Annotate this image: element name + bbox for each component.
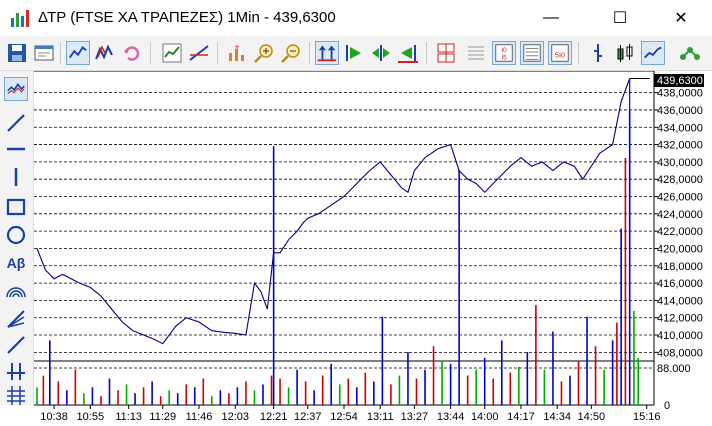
svg-text:+: +: [234, 42, 239, 52]
x-tick-label: 12:21: [260, 411, 288, 423]
line-chart-icon[interactable]: [66, 41, 90, 65]
x-tick-label: 11:29: [149, 411, 176, 423]
ruler-icon[interactable]: [520, 41, 544, 65]
svg-text:I0: I0: [501, 47, 507, 54]
svg-text:5I0: 5I0: [555, 51, 565, 60]
toolbar-separator: [217, 42, 218, 64]
y-tick-label: 424,0000: [657, 209, 703, 221]
y-tick-label: 410,0000: [657, 330, 703, 342]
last-price-label: 439,6300: [657, 75, 703, 87]
svg-text:I5: I5: [501, 54, 507, 61]
line-style-icon[interactable]: [613, 41, 637, 65]
y-tick-label: 414,0000: [657, 295, 703, 307]
app-chart-icon: [11, 10, 29, 27]
x-tick-label: 10:55: [77, 411, 105, 423]
toolbar-separator: [309, 42, 310, 64]
candlestick-icon[interactable]: [586, 41, 610, 65]
y-tick-label: 420,0000: [657, 243, 703, 255]
compare-chart-icon[interactable]: [93, 41, 117, 65]
zoom-in-icon[interactable]: [252, 41, 276, 65]
plot-area: [34, 71, 654, 405]
y-tick-label: 430,0000: [657, 157, 703, 169]
y-tick-label: 432,0000: [657, 140, 703, 152]
scroll-left-icon[interactable]: [396, 41, 420, 65]
x-tick-label: 12:54: [330, 411, 358, 423]
indicator-icon[interactable]: [160, 41, 184, 65]
x-tick-label: 12:03: [222, 411, 250, 423]
save-icon[interactable]: [5, 41, 29, 65]
y-tick-label: 412,0000: [657, 313, 703, 325]
maximize-icon: ☐: [612, 10, 628, 27]
properties-icon[interactable]: [32, 41, 56, 65]
x-tick-label: 14:34: [543, 411, 571, 423]
toolbar-separator: [60, 42, 61, 64]
close-icon: ✕: [674, 10, 688, 27]
network-icon[interactable]: [678, 41, 702, 65]
toolbar-separator: [426, 42, 427, 64]
main-toolbar: + I0 I5 5I0: [0, 36, 712, 71]
refresh-icon[interactable]: [120, 41, 144, 65]
volume-tick-label: 88.000: [657, 363, 691, 375]
x-tick-label: 13:27: [401, 411, 429, 423]
bar-chart-icon[interactable]: 5I0: [548, 41, 572, 65]
scroll-right-icon[interactable]: [342, 41, 366, 65]
y-tick-label: 428,0000: [657, 174, 703, 186]
volume-tick-label: 0: [664, 400, 670, 412]
minimize-icon: —: [543, 9, 559, 26]
x-tick-label: 15:16: [633, 411, 661, 423]
toolbar-separator: [578, 42, 579, 64]
y-tick-label: 438,0000: [657, 88, 703, 100]
auto-scale-icon[interactable]: [315, 41, 339, 65]
grid-icon[interactable]: [464, 41, 488, 65]
minimize-button[interactable]: —: [528, 0, 574, 36]
toolbar-separator: [150, 42, 151, 64]
title-bar: ΔΤΡ (FTSE ΧΑ ΤΡΑΠΕΖΕΣ) 1Min - 439,6300 —…: [0, 0, 712, 36]
y-tick-label: 416,0000: [657, 278, 703, 290]
x-tick-label: 11:13: [115, 411, 142, 423]
y-tick-label: 426,0000: [657, 192, 703, 204]
price-chart[interactable]: 438,0000 436,0000 434,0000 432,0000 430,0000…: [0, 71, 712, 426]
fit-chart-icon[interactable]: [369, 41, 393, 65]
maximize-button[interactable]: ☐: [597, 0, 643, 36]
window-title: ΔΤΡ (FTSE ΧΑ ΤΡΑΠΕΖΕΣ) 1Min - 439,6300: [38, 9, 336, 26]
trendline-icon[interactable]: [187, 41, 211, 65]
y-tick-label: 422,0000: [657, 226, 703, 238]
x-tick-label: 14:17: [507, 411, 535, 423]
x-tick-label: 13:11: [367, 411, 394, 423]
y-tick-label: 408,0000: [657, 347, 703, 359]
x-tick-label: 14:00: [471, 411, 499, 423]
x-tick-label: 13:44: [437, 411, 465, 423]
y-tick-label: 436,0000: [657, 105, 703, 117]
y-tick-label: 434,0000: [657, 122, 703, 134]
split-view-icon[interactable]: [434, 41, 458, 65]
x-tick-label: 10:38: [40, 411, 68, 423]
x-tick-label: 11:46: [186, 411, 213, 423]
y-tick-label: 418,0000: [657, 261, 703, 273]
add-study-icon[interactable]: +: [225, 41, 249, 65]
grid-dots-icon[interactable]: I0I5: [492, 41, 516, 65]
x-tick-label: 14:50: [578, 411, 606, 423]
x-tick-label: 12:37: [294, 411, 322, 423]
pattern-icon[interactable]: [641, 41, 665, 65]
zoom-out-icon[interactable]: [279, 41, 303, 65]
close-button[interactable]: ✕: [658, 0, 704, 36]
